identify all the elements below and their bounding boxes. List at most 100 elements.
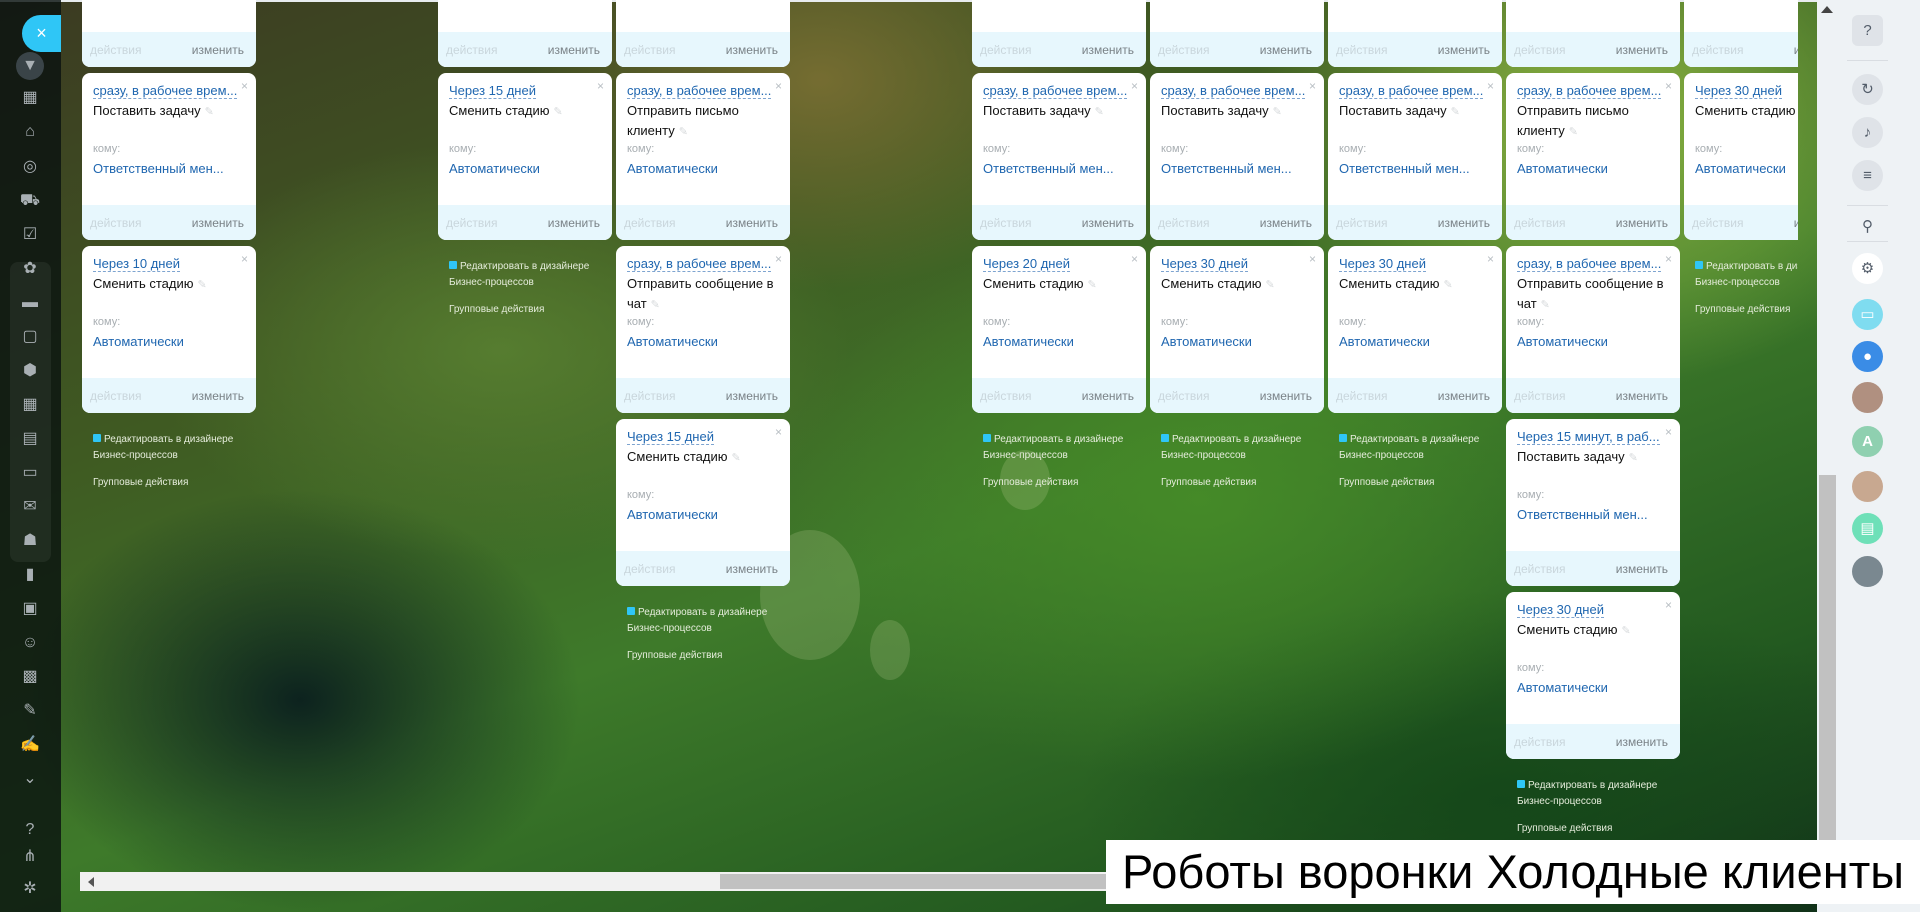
responsible-link[interactable]: Ответственный мен... [1339,161,1470,176]
mail-icon[interactable]: ✉ [15,495,45,519]
chevron-down-circle-icon[interactable]: ⌄ [15,767,45,791]
goto-icon[interactable]: ↻ [1852,74,1883,105]
cart-icon[interactable]: ⛟ [15,189,45,213]
pencil-icon[interactable]: ✎ [679,126,688,138]
close-icon[interactable]: × [1131,252,1138,266]
close-icon[interactable]: × [1487,79,1494,93]
close-icon[interactable]: × [1665,598,1672,612]
designer-link-line2[interactable]: Бизнес-процессов [1695,277,1780,288]
edit-button[interactable]: изменить [1616,735,1668,749]
bell-icon[interactable]: ♪ [1852,117,1883,148]
group-actions-link[interactable]: Групповые действия [983,477,1078,488]
responsible-link[interactable]: Автоматически [1161,334,1252,349]
edit-button[interactable]: изменить [1438,43,1490,57]
filter-icon[interactable]: ▼ [16,52,44,80]
close-icon[interactable]: × [597,79,604,93]
edit-button[interactable]: изменить [192,43,244,57]
pencil-icon[interactable]: ✎ [1569,126,1578,138]
delay-link[interactable]: Через 15 минут, в раб... [1517,429,1660,445]
edit-button[interactable]: изменить [1260,216,1312,230]
help-icon[interactable]: ? [15,818,45,842]
pencil-icon[interactable]: ✎ [1265,279,1274,291]
edit-button[interactable]: изменить [548,216,600,230]
responsible-link[interactable]: Автоматически [1517,334,1608,349]
delay-link[interactable]: сразу, в рабочее врем... [983,83,1128,99]
close-icon[interactable]: × [775,252,782,266]
chat-bot-avatar[interactable]: ▭ [1852,299,1883,330]
scroll-up-arrow-icon[interactable] [1821,6,1833,13]
box-icon[interactable]: ▩ [15,665,45,689]
designer-link[interactable]: Редактировать в дизайнере [1339,434,1479,445]
pencil-icon[interactable]: ✎ [553,106,562,118]
close-icon[interactable]: × [1131,79,1138,93]
edit-button[interactable]: изменить [1616,216,1668,230]
responsible-link[interactable]: Автоматически [449,161,540,176]
designer-link[interactable]: Редактировать в дизайнере [1695,261,1798,272]
user-avatar[interactable] [1852,382,1883,413]
responsible-link[interactable]: Автоматически [1517,161,1608,176]
chat-icon[interactable]: ▢ [15,325,45,349]
flow-icon[interactable]: ✿ [15,257,45,281]
delay-link[interactable]: сразу, в рабочее врем... [1339,83,1484,99]
edit-button[interactable]: изменить [548,43,600,57]
signature-icon[interactable]: ✍ [15,733,45,757]
delay-link[interactable]: Через 30 дней [1517,602,1604,618]
pencil-icon[interactable]: ✎ [1443,279,1452,291]
responsible-link[interactable]: Автоматически [627,507,718,522]
pencil-icon[interactable]: ✎ [1451,106,1460,118]
edit-button[interactable]: изменить [1260,43,1312,57]
edit-button[interactable]: изменить [1082,389,1134,403]
edit-button[interactable]: изменить [726,389,778,403]
edit-button[interactable]: изменить [1438,216,1490,230]
delay-link[interactable]: сразу, в рабочее врем... [93,83,238,99]
designer-link-line2[interactable]: Бизнес-процессов [983,450,1068,461]
designer-link[interactable]: Редактировать в дизайнере [1517,780,1657,791]
delay-link[interactable]: Через 30 дней [1695,83,1782,99]
group-actions-link[interactable]: Групповые действия [1339,477,1434,488]
chart-icon[interactable]: ▮ [15,563,45,587]
edit-button[interactable]: изменить [726,43,778,57]
card-icon[interactable]: ▬ [15,291,45,315]
user-avatar[interactable] [1852,556,1883,587]
designer-link[interactable]: Редактировать в дизайнере [983,434,1123,445]
close-icon[interactable]: × [1487,252,1494,266]
edit-button[interactable]: изменить [726,216,778,230]
building-icon[interactable]: ⌂ [15,120,45,144]
vertical-scroll-thumb[interactable] [1819,475,1836,845]
delay-link[interactable]: сразу, в рабочее врем... [627,256,772,272]
network-icon[interactable]: ⋔ [15,845,45,869]
news-avatar[interactable]: ▤ [1852,513,1883,544]
responsible-link[interactable]: Автоматически [93,334,184,349]
target-icon[interactable]: ◎ [15,155,45,179]
group-actions-link[interactable]: Групповые действия [1517,823,1612,834]
delay-link[interactable]: сразу, в рабочее врем... [1517,256,1662,272]
delay-link[interactable]: Через 15 дней [449,83,536,99]
close-icon[interactable]: × [1665,425,1672,439]
hexagon-icon[interactable]: ⬢ [15,359,45,383]
dog-avatar[interactable]: ● [1852,341,1883,372]
user-avatar-letter[interactable]: A [1852,426,1883,457]
designer-link-line2[interactable]: Бизнес-процессов [1161,450,1246,461]
pencil-icon[interactable]: ✎ [1629,452,1638,464]
inbox-icon[interactable]: ▭ [15,461,45,485]
edit-button[interactable]: изменить [1082,216,1134,230]
close-icon[interactable]: × [1665,79,1672,93]
responsible-link[interactable]: Автоматически [1517,680,1608,695]
close-button[interactable]: × [22,15,61,52]
designer-link-line2[interactable]: Бизнес-процессов [93,450,178,461]
responsible-link[interactable]: Ответственный мен... [1517,507,1648,522]
form-icon[interactable]: ✎ [15,699,45,723]
designer-link[interactable]: Редактировать в дизайнере [449,261,589,272]
scroll-left-arrow-icon[interactable] [88,877,94,887]
close-icon[interactable]: × [1309,252,1316,266]
responsible-link[interactable]: Автоматически [627,161,718,176]
user-avatar[interactable] [1852,471,1883,502]
pencil-icon[interactable]: ✎ [1273,106,1282,118]
checkbox-icon[interactable]: ☑ [15,223,45,247]
delay-link[interactable]: Через 30 дней [1339,256,1426,272]
edit-button[interactable]: изменить [1794,216,1798,230]
responsible-link[interactable]: Автоматически [983,334,1074,349]
edit-button[interactable]: изменить [1794,43,1798,57]
edit-button[interactable]: изменить [1082,43,1134,57]
pencil-icon[interactable]: ✎ [1541,299,1550,311]
